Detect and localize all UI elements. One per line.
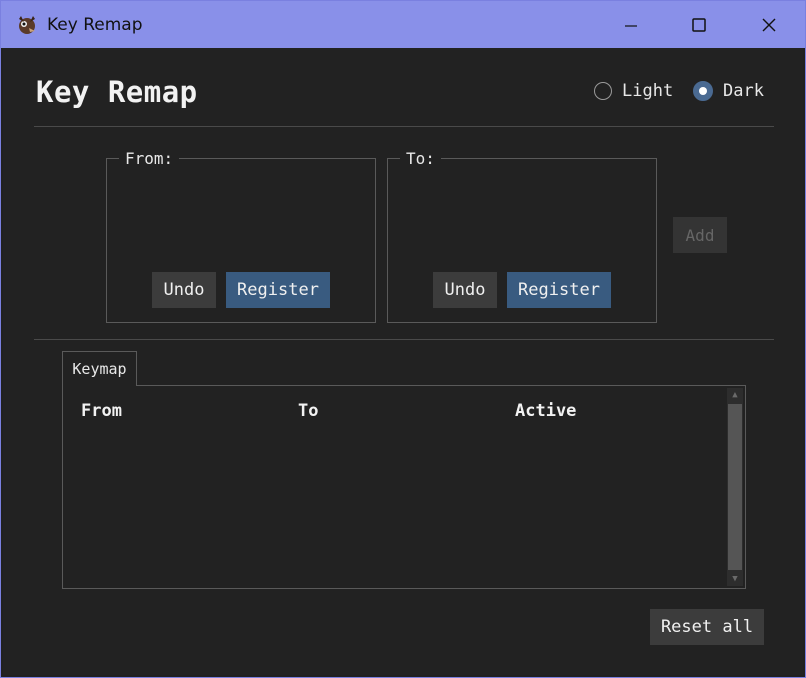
header-divider <box>34 126 774 127</box>
app-logo-icon <box>19 16 35 34</box>
minimize-icon <box>625 25 637 27</box>
theme-dark-option[interactable]: Dark <box>693 81 764 101</box>
vertical-scrollbar[interactable]: ▲ ▼ <box>727 388 743 586</box>
maximize-icon <box>692 18 706 32</box>
to-group-label: To: <box>400 149 441 168</box>
to-register-button[interactable]: Register <box>507 272 611 308</box>
to-group: To: Undo Register <box>387 149 657 323</box>
theme-light-option[interactable]: Light <box>594 81 673 101</box>
close-button[interactable] <box>749 9 789 41</box>
light-radio[interactable] <box>594 82 612 100</box>
dark-radio[interactable] <box>693 81 713 101</box>
section-divider <box>34 339 774 340</box>
minimize-button[interactable] <box>611 9 651 41</box>
keymap-table: From To Active ▲ ▼ <box>62 385 746 589</box>
add-button[interactable]: Add <box>673 217 727 253</box>
column-header-from: From <box>81 401 122 421</box>
column-header-active: Active <box>515 401 577 421</box>
radio-dot-icon <box>699 87 707 95</box>
main-content: Key Remap Light Dark From: Undo Register… <box>3 48 803 675</box>
close-icon <box>762 18 776 32</box>
app-window: Key Remap Key Remap Light Dark From: Und… <box>0 0 806 678</box>
from-group: From: Undo Register <box>106 149 376 323</box>
from-register-button[interactable]: Register <box>226 272 330 308</box>
maximize-button[interactable] <box>679 9 719 41</box>
scroll-down-icon[interactable]: ▼ <box>727 572 743 586</box>
from-group-label: From: <box>119 149 180 168</box>
reset-all-button[interactable]: Reset all <box>650 609 764 645</box>
tab-keymap[interactable]: Keymap <box>62 351 137 386</box>
page-title: Key Remap <box>36 75 198 109</box>
window-title: Key Remap <box>47 15 143 35</box>
light-label: Light <box>622 81 674 101</box>
title-bar[interactable]: Key Remap <box>1 1 805 48</box>
from-undo-button[interactable]: Undo <box>152 272 216 308</box>
to-undo-button[interactable]: Undo <box>433 272 497 308</box>
scroll-thumb[interactable] <box>728 404 742 570</box>
column-header-to: To <box>298 401 319 421</box>
dark-label: Dark <box>723 81 764 101</box>
scroll-up-icon[interactable]: ▲ <box>727 388 743 402</box>
